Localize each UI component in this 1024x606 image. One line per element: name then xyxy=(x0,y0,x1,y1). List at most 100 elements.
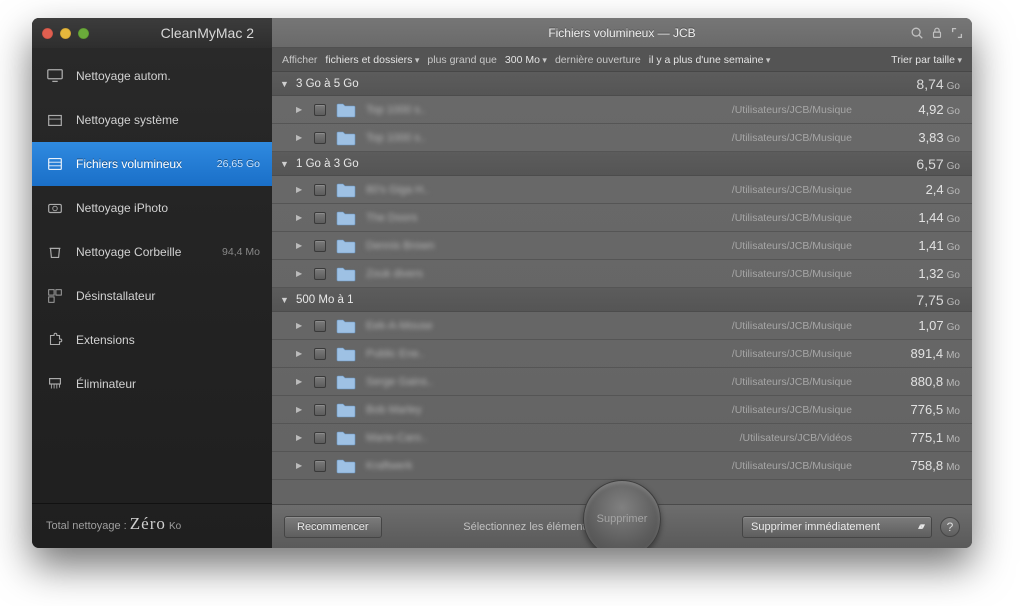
file-name: Bob Marley xyxy=(366,404,506,416)
table-row[interactable]: ▶ Dennis Brown /Utilisateurs/JCB/Musique… xyxy=(272,232,972,260)
disclose-icon[interactable]: ▶ xyxy=(296,213,306,222)
disclose-icon[interactable]: ▶ xyxy=(296,185,306,194)
folder-icon xyxy=(336,182,356,198)
file-path: /Utilisateurs/JCB/Musique xyxy=(506,460,878,472)
sidebar-item-2[interactable]: Fichiers volumineux 26,65 Go xyxy=(32,142,272,186)
chevron-updown-icon: ▴▾ xyxy=(918,521,923,532)
group-header[interactable]: ▼ 1 Go à 3 Go 6,57Go xyxy=(272,152,972,176)
filter-type[interactable]: fichiers et dossiers xyxy=(325,54,419,66)
sidebar-item-5[interactable]: Désinstallateur xyxy=(32,274,272,318)
restart-button[interactable]: Recommencer xyxy=(284,516,382,538)
sidebar-item-label: Éliminateur xyxy=(76,377,260,391)
table-row[interactable]: ▶ Top 1000 s.. /Utilisateurs/JCB/Musique… xyxy=(272,124,972,152)
file-size: 4,92Go xyxy=(878,102,960,117)
table-row[interactable]: ▶ Zouk divers /Utilisateurs/JCB/Musique … xyxy=(272,260,972,288)
disclose-icon[interactable]: ▶ xyxy=(296,133,306,142)
table-row[interactable]: ▶ The Doors /Utilisateurs/JCB/Musique 1,… xyxy=(272,204,972,232)
file-path: /Utilisateurs/JCB/Musique xyxy=(506,320,878,332)
help-button[interactable]: ? xyxy=(940,517,960,537)
file-size: 891,4Mo xyxy=(878,346,960,361)
filter-lastopen-label: dernière ouverture xyxy=(555,54,641,66)
checkbox[interactable] xyxy=(314,212,326,224)
table-row[interactable]: ▶ Public Ene.. /Utilisateurs/JCB/Musique… xyxy=(272,340,972,368)
checkbox[interactable] xyxy=(314,432,326,444)
disclose-icon[interactable]: ▶ xyxy=(296,105,306,114)
sidebar-item-label: Nettoyage autom. xyxy=(76,69,260,83)
sort-control[interactable]: Trier par taille xyxy=(891,54,962,66)
checkbox[interactable] xyxy=(314,404,326,416)
group-header[interactable]: ▼ 500 Mo à 1 7,75Go xyxy=(272,288,972,312)
checkbox[interactable] xyxy=(314,184,326,196)
checkbox[interactable] xyxy=(314,240,326,252)
lock-icon[interactable] xyxy=(930,26,944,40)
apps-icon xyxy=(44,286,66,306)
checkbox[interactable] xyxy=(314,268,326,280)
delete-mode-dropdown[interactable]: Supprimer immédiatement ▴▾ xyxy=(742,516,932,538)
table-row[interactable]: ▶ Marie-Caro.. /Utilisateurs/JCB/Vidéos … xyxy=(272,424,972,452)
sidebar: CleanMyMac 2 Nettoyage autom. Nettoyage … xyxy=(32,18,272,548)
filter-gt-label: plus grand que xyxy=(427,54,496,66)
sidebar-item-4[interactable]: Nettoyage Corbeille 94,4 Mo xyxy=(32,230,272,274)
checkbox[interactable] xyxy=(314,376,326,388)
checkbox[interactable] xyxy=(314,104,326,116)
disclose-icon[interactable]: ▶ xyxy=(296,349,306,358)
zoom-icon[interactable] xyxy=(78,28,89,39)
file-size: 2,4Go xyxy=(878,182,960,197)
drawer-icon xyxy=(44,154,66,174)
search-icon[interactable] xyxy=(910,26,924,40)
sidebar-item-7[interactable]: Éliminateur xyxy=(32,362,272,406)
filter-size[interactable]: 300 Mo xyxy=(505,54,547,66)
file-size: 1,41Go xyxy=(878,238,960,253)
table-row[interactable]: ▶ Kraftwerk /Utilisateurs/JCB/Musique 75… xyxy=(272,452,972,480)
sidebar-item-3[interactable]: Nettoyage iPhoto xyxy=(32,186,272,230)
file-list[interactable]: ▼ 3 Go à 5 Go 8,74Go▶ Top 1000 s.. /Util… xyxy=(272,72,972,504)
filter-show-label: Afficher xyxy=(282,54,317,66)
disclose-icon: ▼ xyxy=(280,159,290,169)
table-row[interactable]: ▶ 80's Giga H.. /Utilisateurs/JCB/Musiqu… xyxy=(272,176,972,204)
file-name: Zouk divers xyxy=(366,268,506,280)
checkbox[interactable] xyxy=(314,320,326,332)
minimize-icon[interactable] xyxy=(60,28,71,39)
file-size: 758,8Mo xyxy=(878,458,960,473)
file-path: /Utilisateurs/JCB/Vidéos xyxy=(506,432,878,444)
shredder-icon xyxy=(44,374,66,394)
disclose-icon[interactable]: ▶ xyxy=(296,405,306,414)
sidebar-item-1[interactable]: Nettoyage système xyxy=(32,98,272,142)
sidebar-item-0[interactable]: Nettoyage autom. xyxy=(32,54,272,98)
file-path: /Utilisateurs/JCB/Musique xyxy=(506,184,878,196)
sidebar-item-6[interactable]: Extensions xyxy=(32,318,272,362)
trash-icon xyxy=(44,242,66,262)
table-row[interactable]: ▶ Bob Marley /Utilisateurs/JCB/Musique 7… xyxy=(272,396,972,424)
file-size: 3,83Go xyxy=(878,130,960,145)
close-icon[interactable] xyxy=(42,28,53,39)
folder-icon xyxy=(336,130,356,146)
folder-icon xyxy=(336,430,356,446)
group-header[interactable]: ▼ 3 Go à 5 Go 8,74Go xyxy=(272,72,972,96)
checkbox[interactable] xyxy=(314,460,326,472)
file-path: /Utilisateurs/JCB/Musique xyxy=(506,132,878,144)
app-window: CleanMyMac 2 Nettoyage autom. Nettoyage … xyxy=(32,18,972,548)
file-name: Top 1000 s.. xyxy=(366,104,506,116)
filter-when[interactable]: il y a plus d'une semaine xyxy=(649,54,771,66)
table-row[interactable]: ▶ Eek-A-Mouse /Utilisateurs/JCB/Musique … xyxy=(272,312,972,340)
file-path: /Utilisateurs/JCB/Musique xyxy=(506,104,878,116)
disclose-icon[interactable]: ▶ xyxy=(296,461,306,470)
table-row[interactable]: ▶ Serge Gains.. /Utilisateurs/JCB/Musiqu… xyxy=(272,368,972,396)
disclose-icon[interactable]: ▶ xyxy=(296,269,306,278)
disclose-icon[interactable]: ▶ xyxy=(296,433,306,442)
checkbox[interactable] xyxy=(314,348,326,360)
monitor-icon xyxy=(44,66,66,86)
table-row[interactable]: ▶ Top 1000 s.. /Utilisateurs/JCB/Musique… xyxy=(272,96,972,124)
footer-value: Zéro xyxy=(130,514,166,533)
sidebar-item-value: 94,4 Mo xyxy=(222,246,260,258)
fullscreen-icon[interactable] xyxy=(950,26,964,40)
checkbox[interactable] xyxy=(314,132,326,144)
sidebar-item-label: Désinstallateur xyxy=(76,289,260,303)
delete-button[interactable]: Supprimer xyxy=(583,480,661,548)
file-path: /Utilisateurs/JCB/Musique xyxy=(506,212,878,224)
folder-icon xyxy=(336,318,356,334)
disclose-icon[interactable]: ▶ xyxy=(296,321,306,330)
puzzle-icon xyxy=(44,330,66,350)
disclose-icon[interactable]: ▶ xyxy=(296,241,306,250)
disclose-icon[interactable]: ▶ xyxy=(296,377,306,386)
